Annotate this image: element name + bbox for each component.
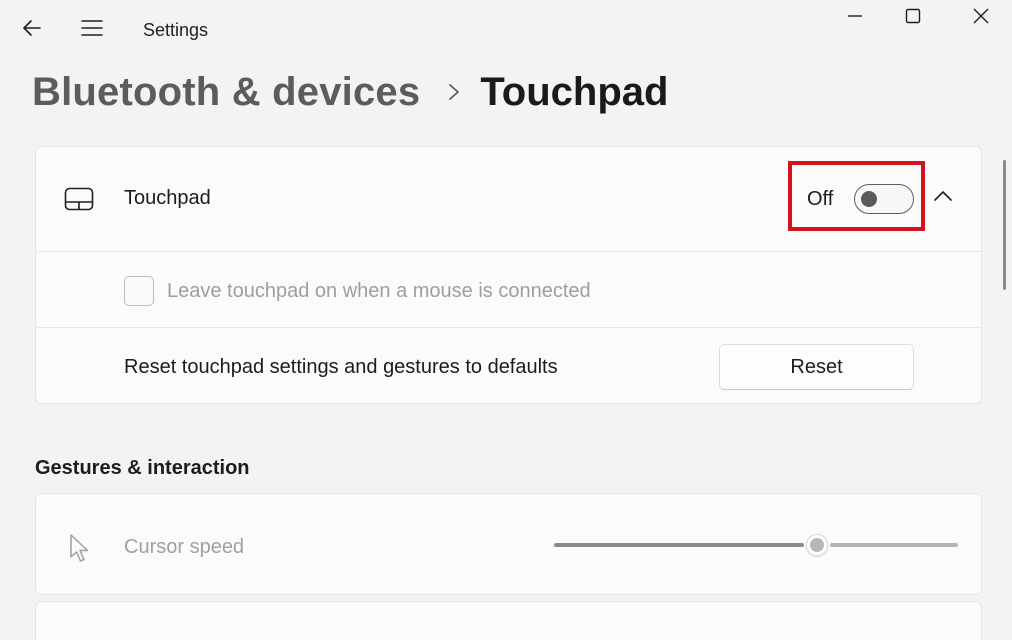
toggle-knob: [861, 191, 877, 207]
reset-touchpad-label: Reset touchpad settings and gestures to …: [124, 356, 558, 378]
close-icon: [973, 8, 989, 29]
next-settings-card: [35, 601, 982, 640]
back-button[interactable]: [12, 12, 52, 48]
navigation-menu-button[interactable]: [72, 12, 112, 48]
breadcrumb-parent-link[interactable]: Bluetooth & devices: [32, 70, 420, 115]
maximize-button[interactable]: [888, 2, 938, 34]
cursor-speed-card: Cursor speed: [35, 493, 982, 595]
scrollbar-thumb[interactable]: [1003, 160, 1006, 290]
maximize-icon: [905, 8, 921, 29]
touchpad-label: Touchpad: [124, 187, 211, 209]
toggle-state-text: Off: [807, 188, 834, 210]
title-bar: Settings: [0, 0, 1012, 60]
slider-thumb-center: [810, 538, 824, 552]
leave-touchpad-on-label: Leave touchpad on when a mouse is connec…: [167, 280, 591, 302]
slider-filled-track: [554, 543, 804, 547]
mouse-pointer-icon: [69, 533, 91, 568]
chevron-up-icon[interactable]: [933, 189, 953, 208]
touchpad-toggle-switch[interactable]: [854, 184, 914, 214]
slider-empty-track: [830, 543, 958, 547]
close-button[interactable]: [956, 2, 1006, 34]
hamburger-menu-icon: [81, 19, 103, 42]
touchpad-settings-card: Touchpad Off Leave touchpad on when a mo…: [35, 146, 982, 404]
app-title: Settings: [143, 20, 209, 40]
slider-thumb[interactable]: [806, 534, 828, 556]
breadcrumb: Bluetooth & devices Touchpad: [32, 66, 668, 118]
touchpad-icon: [64, 187, 94, 216]
leave-touchpad-on-checkbox[interactable]: [124, 276, 154, 306]
page-title: Touchpad: [480, 69, 669, 114]
chevron-right-icon: [448, 83, 460, 101]
reset-touchpad-row: Reset touchpad settings and gestures to …: [36, 327, 981, 404]
back-arrow-icon: [22, 18, 42, 43]
touchpad-header-row[interactable]: Touchpad Off: [36, 147, 981, 251]
minimize-button[interactable]: [830, 2, 880, 34]
reset-button[interactable]: Reset: [719, 344, 914, 390]
leave-touchpad-on-row: Leave touchpad on when a mouse is connec…: [36, 251, 981, 327]
gestures-section-title: Gestures & interaction: [35, 457, 250, 479]
cursor-speed-label: Cursor speed: [124, 536, 245, 558]
minimize-icon: [847, 8, 863, 29]
cursor-speed-slider[interactable]: [554, 534, 958, 556]
